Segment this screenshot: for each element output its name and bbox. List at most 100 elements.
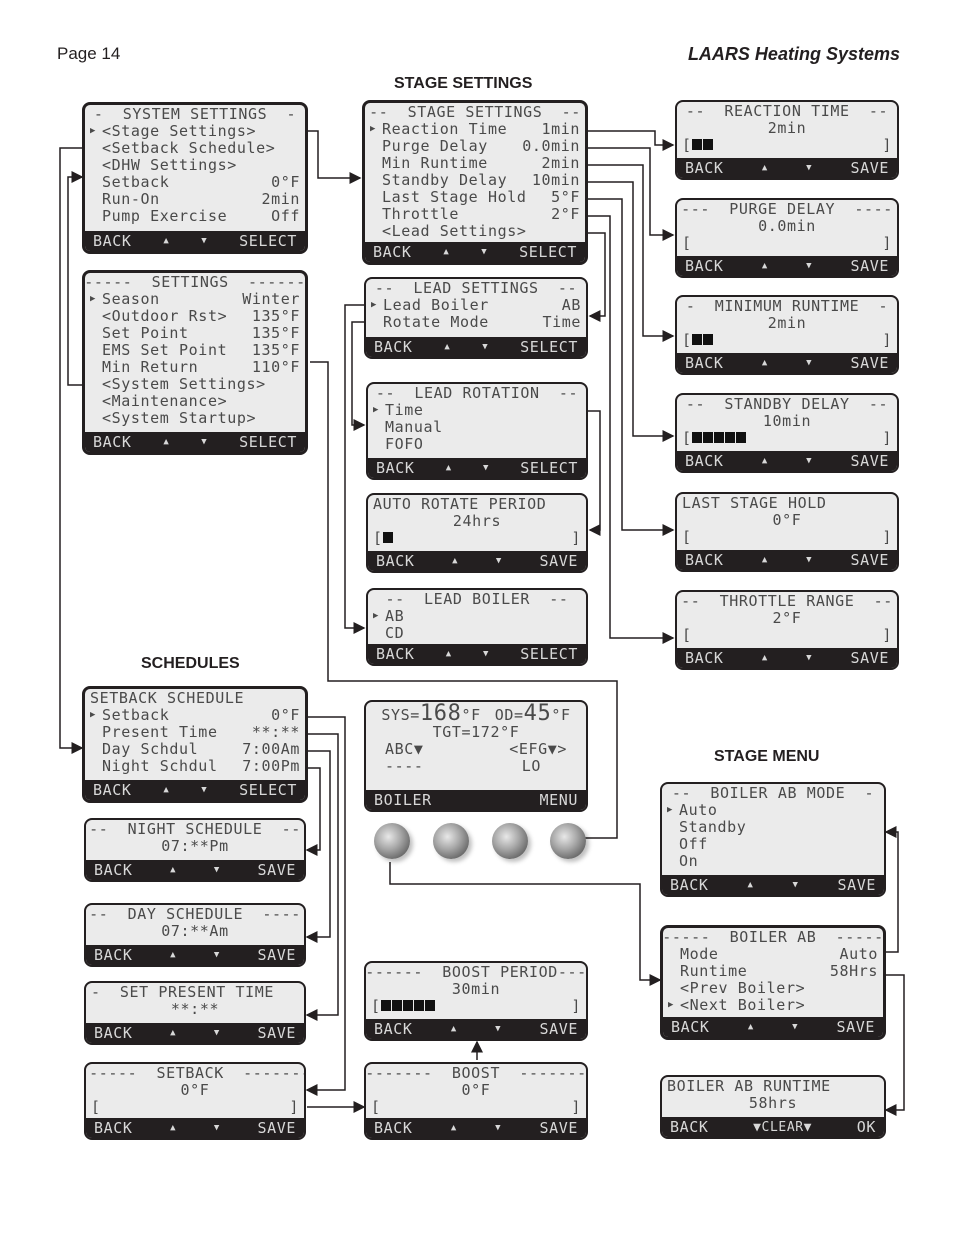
level-bar[interactable]: []	[371, 998, 581, 1015]
menu-item-set-point[interactable]: Set Point 135°F	[90, 325, 300, 342]
down-arrow-icon[interactable]: ▼	[201, 785, 207, 795]
back-button[interactable]: BACK	[685, 159, 724, 177]
up-arrow-icon[interactable]: ▲	[163, 236, 169, 246]
level-bar[interactable]: []	[682, 529, 892, 546]
back-button[interactable]: BACK	[670, 876, 709, 894]
save-button[interactable]: SAVE	[850, 649, 889, 667]
up-arrow-icon[interactable]: ▲	[452, 556, 458, 566]
menu-item-lead-settings[interactable]: <Lead Settings>	[370, 223, 580, 240]
menu-item-purge-delay[interactable]: Purge Delay 0.0min	[370, 138, 580, 155]
back-button[interactable]: BACK	[685, 354, 724, 372]
down-arrow-icon[interactable]: ▼	[495, 1123, 501, 1133]
menu-item-min-runtime[interactable]: Min Runtime 2min	[370, 155, 580, 172]
select-button[interactable]: SELECT	[519, 243, 577, 261]
option-on[interactable]: On	[667, 853, 879, 870]
down-arrow-icon[interactable]: ▼	[792, 1022, 798, 1032]
level-bar[interactable]: []	[682, 430, 892, 447]
save-button[interactable]: SAVE	[257, 861, 296, 879]
save-button[interactable]: SAVE	[257, 1024, 296, 1042]
up-arrow-icon[interactable]: ▲	[446, 649, 452, 659]
menu-item-min-return[interactable]: Min Return 110°F	[90, 359, 300, 376]
menu-item-lead-boiler[interactable]: ▶ Lead Boiler AB	[371, 297, 581, 314]
menu-item-season[interactable]: ▶ Season Winter	[90, 291, 300, 308]
back-button[interactable]: BACK	[376, 645, 415, 663]
select-button[interactable]: SELECT	[520, 338, 578, 356]
up-arrow-icon[interactable]: ▲	[451, 1123, 457, 1133]
down-arrow-icon[interactable]: ▼	[214, 1028, 220, 1038]
up-arrow-icon[interactable]: ▲	[762, 456, 768, 466]
save-button[interactable]: SAVE	[850, 159, 889, 177]
menu-item-reaction-time[interactable]: ▶ Reaction Time 1min	[370, 121, 580, 138]
back-button[interactable]: BACK	[93, 781, 132, 799]
menu-item-ems-set-point[interactable]: EMS Set Point 135°F	[90, 342, 300, 359]
down-arrow-icon[interactable]: ▼	[201, 236, 207, 246]
menu-item-maintenance[interactable]: <Maintenance>	[90, 393, 300, 410]
save-button[interactable]: SAVE	[836, 1018, 875, 1036]
up-arrow-icon[interactable]: ▲	[163, 785, 169, 795]
menu-item-setback[interactable]: Setback 0°F	[90, 174, 300, 191]
back-button[interactable]: BACK	[685, 551, 724, 569]
down-arrow-icon[interactable]: ▼	[201, 437, 207, 447]
menu-item-standby-delay[interactable]: Standby Delay 10min	[370, 172, 580, 189]
down-arrow-icon[interactable]: ▼	[806, 358, 812, 368]
menu-item-outdoor-reset[interactable]: <Outdoor Rst> 135°F	[90, 308, 300, 325]
up-arrow-icon[interactable]: ▲	[762, 555, 768, 565]
menu-item-next-boiler[interactable]: ▶ <Next Boiler>	[668, 997, 878, 1014]
back-button[interactable]: BACK	[94, 861, 133, 879]
back-button[interactable]: BACK	[94, 946, 133, 964]
select-button[interactable]: SELECT	[239, 781, 297, 799]
menu-item-setback[interactable]: ▶ Setback 0°F	[90, 707, 300, 724]
menu-item-stage-settings[interactable]: ▶ <Stage Settings>	[90, 123, 300, 140]
save-button[interactable]: SAVE	[257, 1119, 296, 1137]
ok-button[interactable]: OK	[857, 1118, 876, 1136]
save-button[interactable]: SAVE	[837, 876, 876, 894]
down-arrow-icon[interactable]: ▼	[806, 456, 812, 466]
option-time[interactable]: ▶ Time	[373, 402, 581, 419]
save-button[interactable]: SAVE	[850, 551, 889, 569]
save-button[interactable]: SAVE	[850, 257, 889, 275]
up-arrow-icon[interactable]: ▲	[443, 247, 449, 257]
up-arrow-icon[interactable]: ▲	[170, 865, 176, 875]
up-arrow-icon[interactable]: ▲	[446, 463, 452, 473]
boiler-softkey[interactable]: BOILER	[374, 791, 432, 809]
knob-button-4[interactable]	[550, 823, 586, 859]
down-arrow-icon[interactable]: ▼	[496, 556, 502, 566]
menu-item-runtime[interactable]: Runtime 58Hrs	[668, 963, 878, 980]
up-arrow-icon[interactable]: ▲	[170, 950, 176, 960]
menu-item-night-schedule[interactable]: Night Schdul 7:00Pm	[90, 758, 300, 775]
back-button[interactable]: BACK	[376, 459, 415, 477]
up-arrow-icon[interactable]: ▲	[451, 1024, 457, 1034]
save-button[interactable]: SAVE	[539, 552, 578, 570]
down-arrow-icon[interactable]: ▼	[806, 653, 812, 663]
select-button[interactable]: SELECT	[520, 645, 578, 663]
down-arrow-icon[interactable]: ▼	[214, 950, 220, 960]
down-arrow-icon[interactable]: ▼	[806, 261, 812, 271]
level-bar[interactable]: []	[682, 627, 892, 644]
menu-item-system-settings[interactable]: <System Settings>	[90, 376, 300, 393]
menu-item-present-time[interactable]: Present Time **:**	[90, 724, 300, 741]
save-button[interactable]: SAVE	[539, 1020, 578, 1038]
option-standby[interactable]: Standby	[667, 819, 879, 836]
down-arrow-icon[interactable]: ▼	[806, 163, 812, 173]
back-button[interactable]: BACK	[685, 257, 724, 275]
option-auto[interactable]: ▶ Auto	[667, 802, 879, 819]
up-arrow-icon[interactable]: ▲	[170, 1123, 176, 1133]
menu-item-pump-exercise[interactable]: Pump Exercise Off	[90, 208, 300, 225]
menu-item-throttle[interactable]: Throttle 2°F	[370, 206, 580, 223]
down-arrow-icon[interactable]: ▼	[483, 463, 489, 473]
back-button[interactable]: BACK	[374, 1119, 413, 1137]
menu-item-prev-boiler[interactable]: <Prev Boiler>	[668, 980, 878, 997]
option-cd[interactable]: CD	[373, 625, 581, 642]
save-button[interactable]: SAVE	[850, 452, 889, 470]
down-arrow-icon[interactable]: ▼	[495, 1024, 501, 1034]
option-manual[interactable]: Manual	[373, 419, 581, 436]
down-arrow-icon[interactable]: ▼	[792, 880, 798, 890]
back-button[interactable]: BACK	[374, 338, 413, 356]
up-arrow-icon[interactable]: ▲	[163, 437, 169, 447]
down-arrow-icon[interactable]: ▼	[806, 555, 812, 565]
knob-button-3[interactable]	[492, 823, 528, 859]
up-arrow-icon[interactable]: ▲	[444, 342, 450, 352]
back-button[interactable]: BACK	[94, 1119, 133, 1137]
down-arrow-icon[interactable]: ▼	[481, 247, 487, 257]
back-button[interactable]: BACK	[374, 1020, 413, 1038]
